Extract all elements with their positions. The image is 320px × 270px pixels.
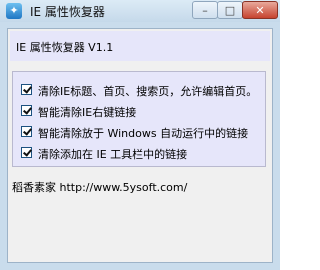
app-window: ✦ IE 属性恢复器 – □ ✕ IE 属性恢复器 V1.1 清除IE标题、首页… bbox=[0, 0, 280, 270]
checkbox-checked-icon[interactable] bbox=[21, 105, 32, 116]
option-clear-ie-title-homepage[interactable]: 清除IE标题、首页、搜索页，允许编辑首页。 bbox=[21, 82, 261, 98]
option-clear-context-menu-links[interactable]: 智能清除IE右键链接 bbox=[21, 103, 261, 119]
maximize-button[interactable]: □ bbox=[217, 1, 243, 19]
banner-title: IE 属性恢复器 V1.1 bbox=[16, 41, 114, 54]
option-clear-toolbar-links[interactable]: 清除添加在 IE 工具栏中的链接 bbox=[21, 145, 261, 161]
checkbox-checked-icon[interactable] bbox=[21, 126, 32, 137]
option-label: 清除IE标题、首页、搜索页，允许编辑首页。 bbox=[38, 85, 258, 98]
option-label: 智能清除放于 Windows 自动运行中的链接 bbox=[38, 127, 249, 140]
client-area: IE 属性恢复器 V1.1 清除IE标题、首页、搜索页，允许编辑首页。 智能清除… bbox=[7, 28, 273, 263]
checkbox-checked-icon[interactable] bbox=[21, 147, 32, 158]
checkbox-checked-icon[interactable] bbox=[21, 84, 32, 95]
header-banner: IE 属性恢复器 V1.1 bbox=[10, 31, 270, 61]
options-group: 清除IE标题、首页、搜索页，允许编辑首页。 智能清除IE右键链接 智能清除放于 … bbox=[12, 71, 266, 167]
website-link[interactable]: 稻香素家 http://www.5ysoft.com/ bbox=[12, 179, 187, 195]
option-label: 清除添加在 IE 工具栏中的链接 bbox=[38, 148, 188, 161]
close-button[interactable]: ✕ bbox=[242, 1, 278, 19]
title-bar[interactable]: ✦ IE 属性恢复器 – □ ✕ bbox=[0, 0, 280, 22]
window-title: IE 属性恢复器 bbox=[30, 5, 105, 19]
app-icon: ✦ bbox=[6, 3, 22, 19]
minimize-button[interactable]: – bbox=[192, 1, 218, 19]
option-clear-startup-links[interactable]: 智能清除放于 Windows 自动运行中的链接 bbox=[21, 124, 261, 140]
option-label: 智能清除IE右键链接 bbox=[38, 106, 137, 119]
